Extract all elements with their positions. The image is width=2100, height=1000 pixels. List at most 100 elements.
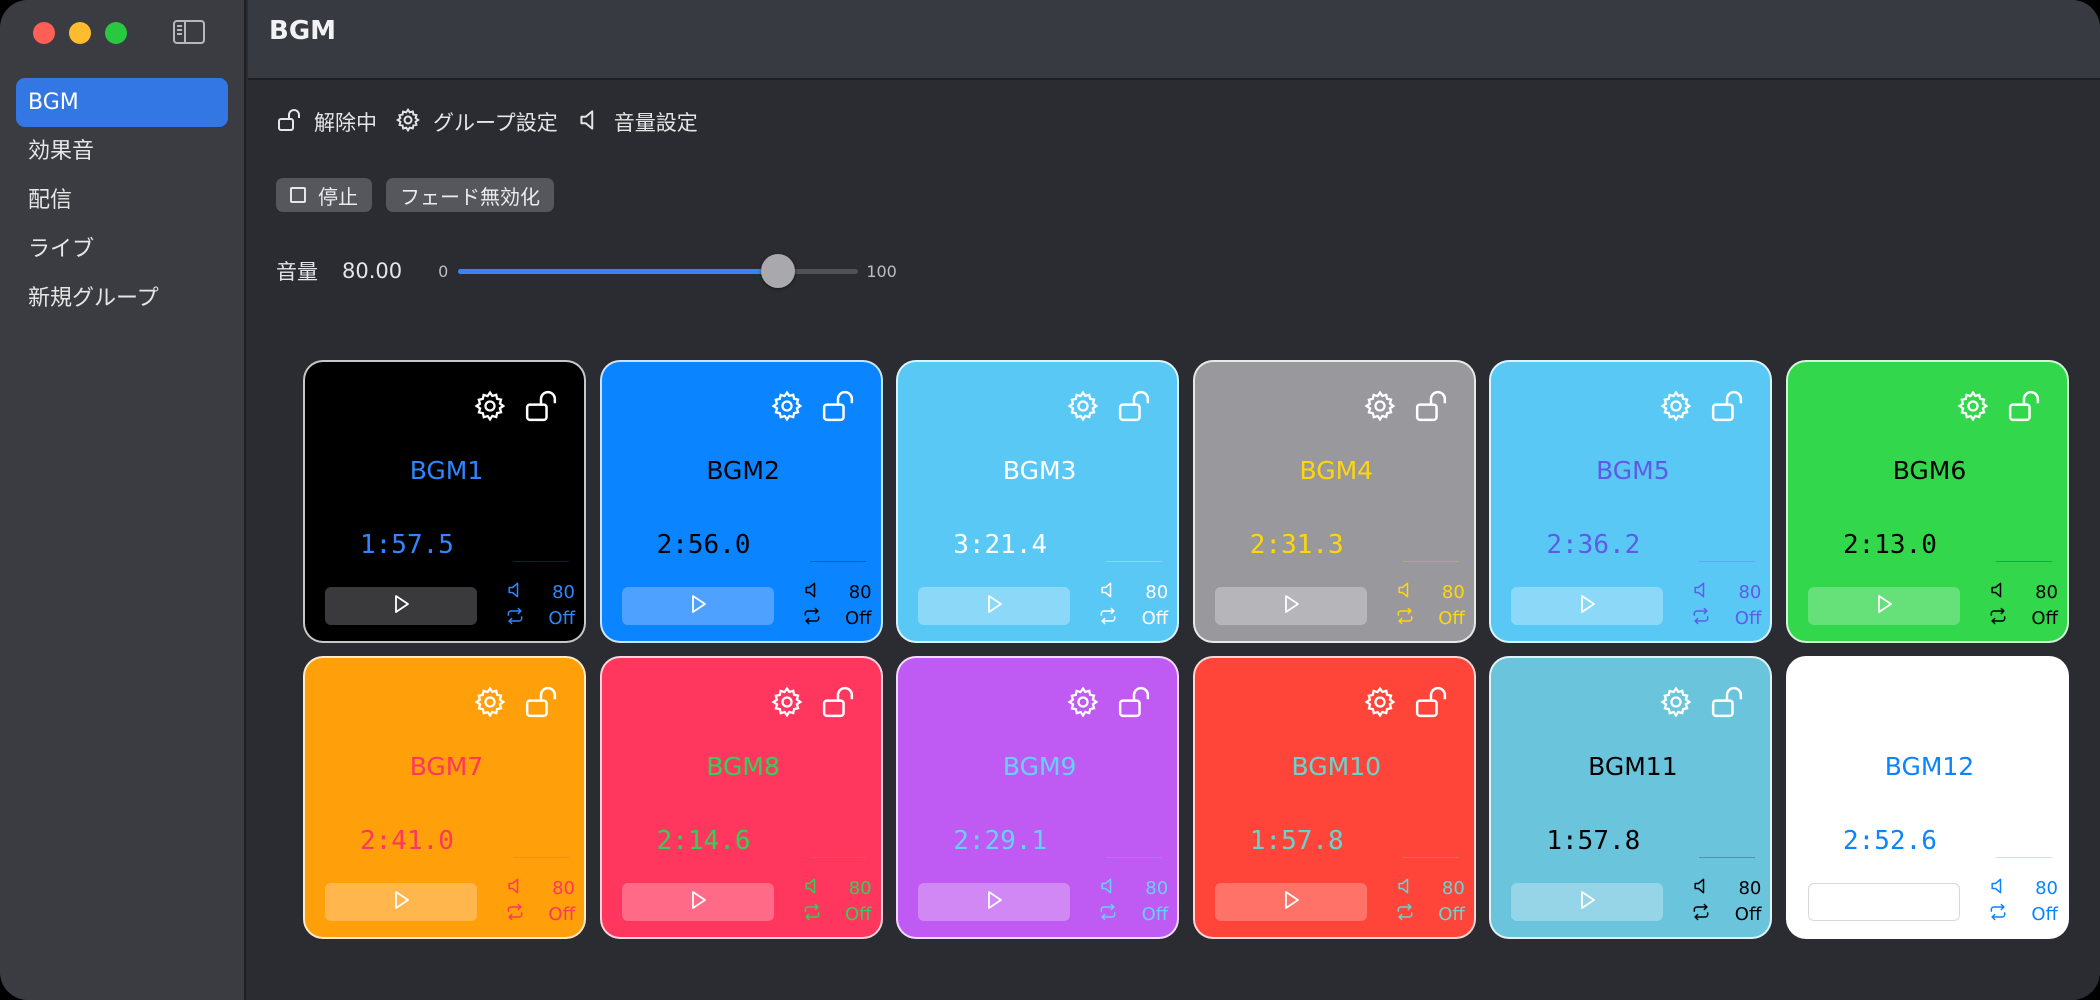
sound-card-bgm4[interactable]: BGM4 2:31.3 80 Off (1192, 360, 1476, 643)
card-play-button[interactable] (1807, 883, 1960, 921)
volume-slider[interactable] (458, 254, 859, 288)
sound-card-bgm11[interactable]: BGM11 1:57.8 80 Off (1489, 656, 1773, 939)
card-divider (1699, 561, 1756, 562)
sound-card-bgm10[interactable]: BGM10 1:57.8 80 Off (1192, 656, 1476, 939)
app-window: BGM 効果音 配信 ライブ 新規グループ BGM 解除中 グループ設定 音量設… (0, 0, 2100, 1000)
sound-card-bgm9[interactable]: BGM9 2:29.1 80 Off (896, 656, 1180, 939)
volume-value: 80.00 (342, 259, 403, 283)
sound-card-bgm3[interactable]: BGM3 3:21.4 80 Off (896, 360, 1180, 643)
lock-toggle[interactable]: 解除中 (276, 107, 377, 138)
card-title: BGM11 (1588, 752, 1678, 781)
card-unlock-icon[interactable] (1413, 684, 1449, 720)
speaker-icon (802, 580, 822, 605)
card-play-button[interactable] (918, 587, 1071, 625)
card-settings-icon[interactable] (473, 685, 507, 719)
sidebar-item-streaming[interactable]: 配信 (16, 176, 228, 225)
group-settings-button[interactable]: グループ設定 (395, 107, 558, 138)
card-play-button[interactable] (1214, 883, 1367, 921)
card-volume: 80 (1691, 580, 1761, 604)
card-settings-icon[interactable] (1659, 685, 1693, 719)
card-settings-icon[interactable] (770, 685, 804, 719)
sound-card-bgm2[interactable]: BGM2 2:56.0 80 Off (599, 360, 883, 643)
slider-thumb[interactable] (761, 254, 796, 288)
card-unlock-icon[interactable] (2006, 388, 2042, 424)
card-divider (1402, 857, 1459, 858)
card-unlock-icon[interactable] (1709, 684, 1745, 720)
card-unlock-icon[interactable] (1116, 388, 1152, 424)
card-unlock-icon[interactable] (1116, 684, 1152, 720)
maximize-window-button[interactable] (105, 22, 127, 44)
speaker-icon (1691, 580, 1711, 605)
sidebar-toggle-icon[interactable] (172, 18, 206, 46)
card-title: BGM9 (1002, 752, 1077, 781)
volume-max-label: 100 (866, 261, 897, 281)
repeat-icon (1988, 606, 2008, 631)
sound-card-grid: BGM1 1:57.5 80 Off BGM2 2:56.0 80 Off BG… (303, 360, 2069, 939)
card-unlock-icon[interactable] (523, 684, 559, 720)
play-icon (1280, 593, 1302, 619)
card-settings-icon[interactable] (1363, 685, 1397, 719)
play-icon (687, 593, 709, 619)
main-content: BGM 解除中 グループ設定 音量設定 停止 フェード無効化 音量 80.00 … (248, 0, 2100, 1000)
card-play-button[interactable] (621, 587, 774, 625)
disable-fade-button[interactable]: フェード無効化 (386, 178, 554, 212)
card-divider (513, 561, 569, 562)
card-title: BGM7 (409, 752, 484, 781)
card-duration: 2:31.3 (1249, 530, 1344, 560)
card-play-button[interactable] (918, 883, 1071, 921)
volume-settings-button[interactable]: 音量設定 (576, 107, 698, 138)
sound-card-bgm5[interactable]: BGM5 2:36.2 80 Off (1489, 360, 1773, 643)
card-settings-icon[interactable] (473, 389, 507, 423)
sound-card-bgm7[interactable]: BGM7 2:41.0 80 Off (303, 656, 586, 939)
sidebar-item-new-group[interactable]: 新規グループ (16, 274, 228, 323)
sidebar-item-sound-effects[interactable]: 効果音 (16, 127, 228, 176)
card-duration: 2:29.1 (953, 826, 1048, 856)
lock-status-label: 解除中 (314, 111, 377, 135)
card-play-button[interactable] (1511, 883, 1664, 921)
card-settings-icon[interactable] (1066, 685, 1100, 719)
stop-all-button[interactable]: 停止 (276, 178, 372, 212)
card-loop-value: Off (548, 903, 575, 925)
group-settings-label: グループ設定 (433, 111, 558, 135)
card-volume-value: 80 (1441, 581, 1465, 603)
card-settings-icon[interactable] (1363, 389, 1397, 423)
slider-fill (458, 269, 779, 274)
card-divider (1106, 561, 1163, 562)
card-play-button[interactable] (1511, 587, 1664, 625)
card-duration: 2:14.6 (656, 826, 751, 856)
card-volume: 80 (1098, 580, 1168, 604)
card-settings-icon[interactable] (1066, 389, 1100, 423)
card-play-button[interactable] (1807, 587, 1960, 625)
card-unlock-icon[interactable] (820, 684, 856, 720)
play-icon (1280, 889, 1302, 915)
group-toolbar: 解除中 グループ設定 音量設定 (276, 104, 704, 140)
card-play-button[interactable] (1214, 587, 1367, 625)
sound-card-bgm6[interactable]: BGM6 2:13.0 80 Off (1785, 360, 2069, 643)
card-duration: 2:36.2 (1546, 530, 1641, 560)
card-play-button[interactable] (325, 587, 477, 625)
card-play-button[interactable] (621, 883, 774, 921)
card-unlock-icon[interactable] (523, 388, 559, 424)
minimize-window-button[interactable] (69, 22, 91, 44)
sidebar-item-live[interactable]: ライブ (16, 225, 228, 274)
sound-card-bgm1[interactable]: BGM1 1:57.5 80 Off (303, 360, 586, 643)
card-loop-value: Off (2031, 607, 2058, 629)
card-unlock-icon[interactable] (2006, 684, 2042, 720)
sidebar-item-bgm[interactable]: BGM (16, 78, 228, 127)
card-duration: 2:52.6 (1842, 826, 1937, 856)
card-volume: 80 (505, 876, 575, 900)
repeat-icon (505, 606, 525, 631)
title-bar: BGM (248, 0, 2100, 80)
close-window-button[interactable] (33, 22, 55, 44)
card-play-button[interactable] (325, 883, 477, 921)
card-unlock-icon[interactable] (820, 388, 856, 424)
card-settings-icon[interactable] (1659, 389, 1693, 423)
card-settings-icon[interactable] (770, 389, 804, 423)
sound-card-bgm12[interactable]: BGM12 2:52.6 80 Off (1785, 656, 2069, 939)
card-settings-icon[interactable] (1956, 685, 1990, 719)
sound-card-bgm8[interactable]: BGM8 2:14.6 80 Off (599, 656, 883, 939)
card-unlock-icon[interactable] (1413, 388, 1449, 424)
card-settings-icon[interactable] (1956, 389, 1990, 423)
card-loop: Off (802, 902, 872, 926)
card-unlock-icon[interactable] (1709, 388, 1745, 424)
